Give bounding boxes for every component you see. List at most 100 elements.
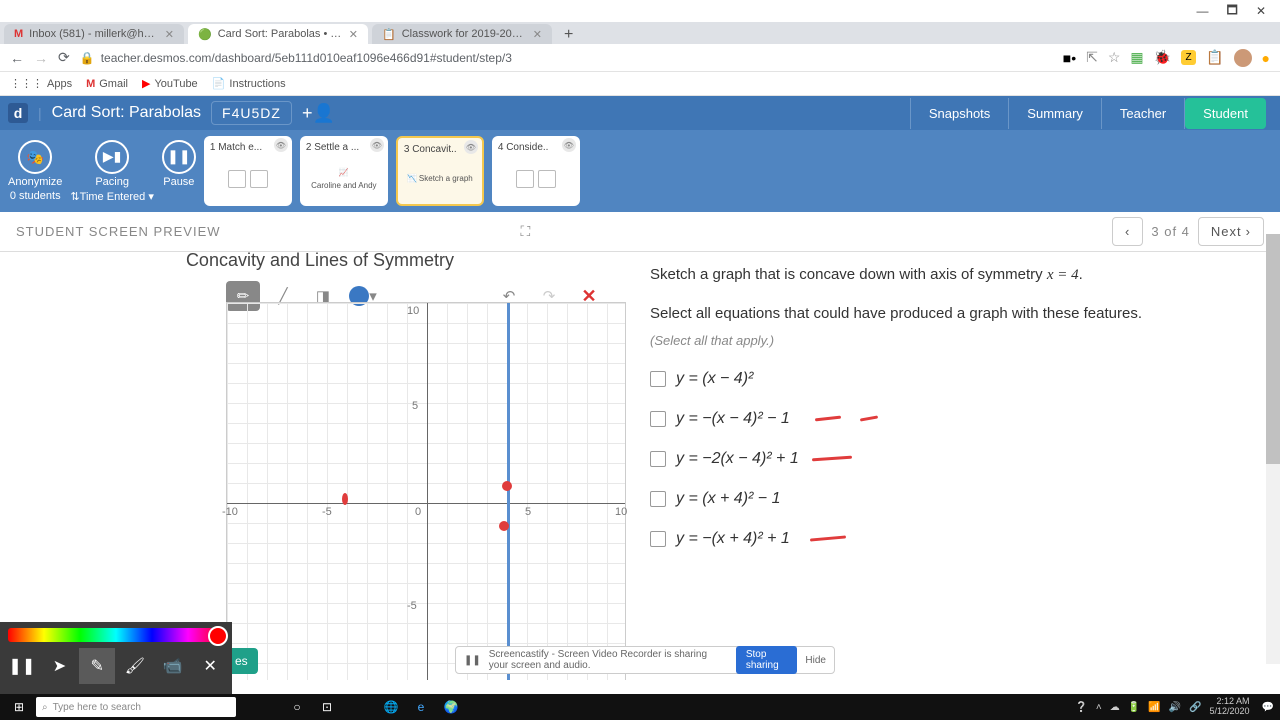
minimize-button[interactable]: —	[1197, 4, 1209, 18]
tab-classroom[interactable]: 📋 Classwork for 2019-2020 ALGEB ✕	[372, 24, 552, 44]
option-3[interactable]: y = −2(x − 4)² + 1	[650, 447, 1260, 471]
apps-icon: ⋮⋮⋮	[10, 77, 43, 90]
clock[interactable]: 2:12 AM5/12/2020	[1210, 697, 1254, 717]
camera-tool[interactable]: 📹	[155, 648, 191, 684]
expand-icon[interactable]: ⛶	[521, 223, 532, 240]
forward-button[interactable]: →	[34, 50, 48, 66]
tab-inbox[interactable]: M Inbox (581) - millerk@hssd.net ✕	[4, 24, 184, 44]
ext-icon-3[interactable]: Z	[1181, 50, 1196, 65]
back-button[interactable]: ←	[10, 50, 24, 66]
avatar[interactable]	[1234, 49, 1252, 67]
step-2-card[interactable]: 2 Settle a ... 👁 📈Caroline and Andy	[300, 136, 388, 206]
checkbox[interactable]	[650, 531, 666, 547]
class-code[interactable]: F4U5DZ	[211, 101, 292, 125]
pill-icon: 👁	[464, 140, 478, 154]
volume-icon[interactable]: 🔊	[1169, 702, 1181, 713]
close-icon[interactable]: ✕	[165, 28, 174, 41]
summary-button[interactable]: Summary	[1008, 98, 1101, 129]
search-icon: ⌕	[42, 702, 48, 713]
cortana-icon[interactable]: ○	[284, 697, 310, 717]
checkbox[interactable]	[650, 491, 666, 507]
step-1-card[interactable]: 1 Match e... 👁	[204, 136, 292, 206]
sketch-canvas[interactable]: -10 -5 0 5 10 10 5 -5	[226, 302, 626, 680]
ext-icon-2[interactable]: 🐞	[1154, 49, 1171, 66]
desmos-logo[interactable]: d	[8, 103, 28, 123]
step-sub: Sketch a graph	[419, 174, 473, 183]
annotation-toolbar: ❚❚ ➤ ✎ 🖌 📹 ✕	[0, 622, 232, 694]
close-toolbar-button[interactable]: ✕	[192, 648, 228, 684]
cloud-icon[interactable]: ☁	[1110, 702, 1120, 713]
activity-heading: Concavity and Lines of Symmetry	[0, 252, 640, 277]
brush-tool[interactable]: 🖌	[117, 648, 153, 684]
youtube-bookmark[interactable]: ▶YouTube	[142, 77, 198, 90]
checkbox[interactable]	[650, 451, 666, 467]
close-window-button[interactable]: ✕	[1256, 4, 1266, 18]
ext-icon-4[interactable]: 📋	[1206, 49, 1223, 66]
prev-step-button[interactable]: ‹	[1112, 217, 1143, 246]
task-view-icon[interactable]: ⊡	[314, 697, 340, 717]
notifications-icon[interactable]: 💬	[1262, 702, 1274, 713]
address-bar[interactable]: 🔒 teacher.desmos.com/dashboard/5eb111d01…	[80, 51, 1053, 65]
checkbox[interactable]	[650, 371, 666, 387]
chrome-icon[interactable]: 🌐	[378, 697, 404, 717]
next-step-button[interactable]: Next ›	[1198, 217, 1264, 246]
tab-label: Card Sort: Parabolas • Teacher D	[218, 28, 343, 40]
reload-button[interactable]: ⟳	[58, 49, 70, 66]
bookmarks-bar: ⋮⋮⋮Apps MGmail ▶YouTube 📄Instructions	[0, 72, 1280, 96]
instructions-bookmark[interactable]: 📄Instructions	[212, 77, 286, 90]
share-icon[interactable]: ⇱	[1086, 49, 1098, 66]
option-5[interactable]: y = −(x + 4)² + 1	[650, 527, 1260, 551]
scrollbar[interactable]	[1266, 234, 1280, 664]
checkbox[interactable]	[650, 411, 666, 427]
doc-icon: 📄	[212, 77, 226, 90]
star-icon[interactable]: ☆	[1108, 49, 1121, 66]
pointer-tool[interactable]: ➤	[42, 648, 78, 684]
link-icon[interactable]: 🔗	[1189, 702, 1201, 713]
gmail-bookmark[interactable]: MGmail	[86, 78, 128, 90]
step-4-card[interactable]: 4 Conside.. 👁	[492, 136, 580, 206]
apps-button[interactable]: ⋮⋮⋮Apps	[10, 77, 72, 90]
edge-icon[interactable]: e	[408, 697, 434, 717]
pen-tool[interactable]: ✎	[79, 648, 115, 684]
teacher-button[interactable]: Teacher	[1101, 98, 1185, 129]
chevron-up-icon[interactable]: ˄	[1096, 702, 1102, 713]
pacing-label: Pacing	[95, 176, 129, 188]
ext-icon[interactable]: ▦	[1130, 49, 1143, 66]
anonymize-button[interactable]: 🎭	[18, 140, 52, 174]
app-icon[interactable]: 🌍	[438, 697, 464, 717]
hide-button[interactable]: Hide	[805, 655, 826, 666]
windows-search[interactable]: ⌕Type here to search	[36, 697, 236, 717]
step-label: Concavit..	[412, 144, 456, 155]
pacing-button[interactable]: ▶▮	[95, 140, 129, 174]
windows-taskbar: ⊞ ⌕Type here to search ○ ⊡ 🌐 e 🌍 ❔ ˄ ☁ 🔋…	[0, 694, 1280, 720]
close-icon[interactable]: ✕	[533, 28, 542, 41]
help-icon[interactable]: ❔	[1075, 702, 1087, 713]
video-icon[interactable]: ■•	[1063, 50, 1076, 66]
scrollbar-thumb[interactable]	[1266, 234, 1280, 464]
option-4[interactable]: y = (x + 4)² − 1	[650, 487, 1260, 511]
option-1[interactable]: y = (x − 4)²	[650, 367, 1260, 391]
student-button[interactable]: Student	[1185, 98, 1266, 129]
battery-icon[interactable]: 🔋	[1128, 702, 1140, 713]
tab-desmos[interactable]: 🟢 Card Sort: Parabolas • Teacher D ✕	[188, 24, 368, 44]
new-tab-button[interactable]: +	[556, 26, 581, 44]
maximize-button[interactable]: 🗖	[1227, 1, 1238, 22]
step-3-card[interactable]: 3 Concavit.. 👁 📉Sketch a graph	[396, 136, 484, 206]
add-person-icon[interactable]: +👤	[302, 103, 335, 124]
close-icon[interactable]: ✕	[349, 28, 358, 41]
axis-label: 0	[415, 506, 421, 518]
pause-button[interactable]: ❚❚	[162, 140, 196, 174]
start-button[interactable]: ⊞	[6, 697, 32, 717]
wifi-icon[interactable]: 📶	[1148, 702, 1160, 713]
time-entered-dropdown[interactable]: ⇅Time Entered ▾	[70, 190, 153, 203]
browser-tabs: M Inbox (581) - millerk@hssd.net ✕ 🟢 Car…	[0, 22, 1280, 44]
color-slider[interactable]	[8, 628, 224, 642]
pause-recording-button[interactable]: ❚❚	[4, 648, 40, 684]
ext-icon-5[interactable]: ●	[1262, 50, 1270, 66]
symmetry-line	[507, 303, 510, 680]
snapshots-button[interactable]: Snapshots	[910, 98, 1008, 129]
option-2[interactable]: y = −(x − 4)² − 1	[650, 407, 1260, 431]
card-icon	[250, 170, 268, 188]
red-mark	[499, 521, 509, 531]
stop-sharing-button[interactable]: Stop sharing	[736, 646, 798, 674]
